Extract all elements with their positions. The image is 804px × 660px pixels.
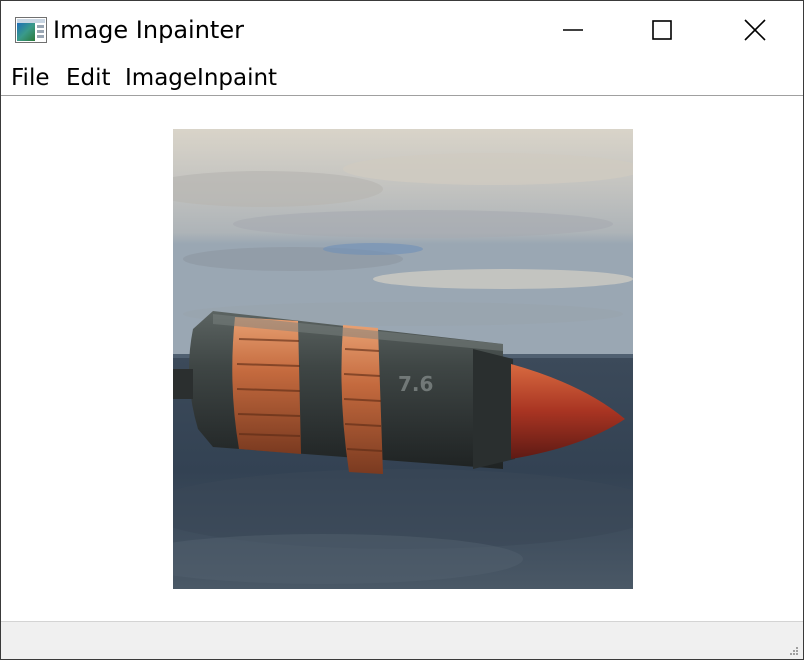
main-window: Image Inpainter File Edit ImageInpaint 7… <box>0 0 804 660</box>
canvas-image[interactable]: 7.6 <box>173 129 633 589</box>
menu-edit[interactable]: Edit <box>66 63 111 93</box>
close-icon <box>744 19 766 41</box>
close-button[interactable] <box>709 1 801 59</box>
menu-file[interactable]: File <box>11 63 50 93</box>
minimize-button[interactable] <box>527 1 619 59</box>
maximize-icon <box>652 20 672 40</box>
content-area: 7.6 <box>1 96 803 621</box>
maximize-button[interactable] <box>616 1 708 59</box>
app-icon <box>15 17 47 43</box>
resize-grip-icon[interactable] <box>789 646 799 656</box>
title-bar[interactable]: Image Inpainter <box>1 1 803 59</box>
bullet-projectile-over-sea-image: 7.6 <box>173 129 633 589</box>
menu-imageinpaint[interactable]: ImageInpaint <box>125 63 277 93</box>
svg-text:7.6: 7.6 <box>398 372 433 396</box>
minimize-icon <box>563 29 583 31</box>
status-bar <box>1 621 803 659</box>
menu-bar: File Edit ImageInpaint <box>1 59 803 96</box>
window-title: Image Inpainter <box>53 16 244 44</box>
